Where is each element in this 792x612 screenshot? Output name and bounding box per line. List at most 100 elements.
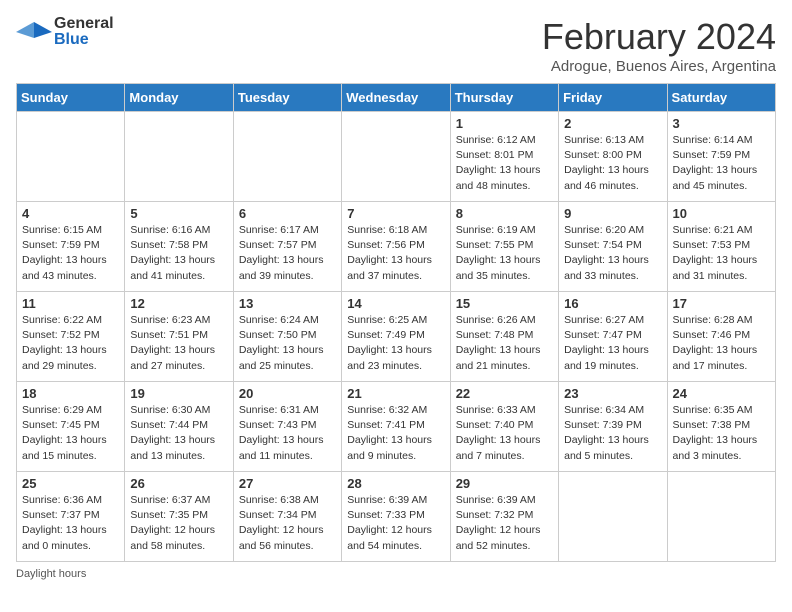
day-number: 19 [130, 386, 227, 401]
day-number: 5 [130, 206, 227, 221]
calendar-day-cell: 24Sunrise: 6:35 AM Sunset: 7:38 PM Dayli… [667, 382, 775, 472]
day-info: Sunrise: 6:20 AM Sunset: 7:54 PM Dayligh… [564, 223, 661, 284]
day-info: Sunrise: 6:39 AM Sunset: 7:32 PM Dayligh… [456, 493, 553, 554]
day-number: 3 [673, 116, 770, 131]
day-info: Sunrise: 6:36 AM Sunset: 7:37 PM Dayligh… [22, 493, 119, 554]
day-info: Sunrise: 6:38 AM Sunset: 7:34 PM Dayligh… [239, 493, 336, 554]
calendar-header-cell: Tuesday [233, 84, 341, 112]
day-number: 28 [347, 476, 444, 491]
calendar-header-cell: Sunday [17, 84, 125, 112]
day-number: 12 [130, 296, 227, 311]
day-number: 26 [130, 476, 227, 491]
calendar-day-cell [342, 112, 450, 202]
day-number: 2 [564, 116, 661, 131]
calendar-day-cell: 16 Sunrise: 6:27 AM Sunset: 7:47 PM Dayli… [559, 292, 667, 382]
calendar-week-row: 18 Sunrise: 6:29 AM Sunset: 7:45 PM Dayli… [17, 382, 776, 472]
day-number: 14 [347, 296, 444, 311]
calendar-day-cell [559, 472, 667, 562]
calendar-day-cell: 5Sunrise: 6:16 AM Sunset: 7:58 PM Daylig… [125, 202, 233, 292]
calendar-header-cell: Thursday [450, 84, 558, 112]
logo-general: General [54, 16, 114, 32]
logo-bird-icon [16, 18, 52, 46]
day-number: 10 [673, 206, 770, 221]
calendar-day-cell [17, 112, 125, 202]
day-info: Sunrise: 6:32 AM Sunset: 7:41 PM Dayligh… [347, 403, 444, 464]
day-number: 9 [564, 206, 661, 221]
calendar-day-cell [125, 112, 233, 202]
calendar-day-cell: 13Sunrise: 6:24 AM Sunset: 7:50 PM Dayli… [233, 292, 341, 382]
calendar-header-row: SundayMondayTuesdayWednesdayThursdayFrid… [17, 84, 776, 112]
calendar-day-cell: 11Sunrise: 6:22 AM Sunset: 7:52 PM Dayli… [17, 292, 125, 382]
day-info: Sunrise: 6:14 AM Sunset: 7:59 PM Dayligh… [673, 133, 770, 194]
calendar-day-cell: 27Sunrise: 6:38 AM Sunset: 7:34 PM Dayli… [233, 472, 341, 562]
calendar-day-cell: 14 Sunrise: 6:25 AM Sunset: 7:49 PM Dayli… [342, 292, 450, 382]
day-info: Sunrise: 6:26 AM Sunset: 7:48 PM Dayligh… [456, 313, 553, 374]
calendar-day-cell: 8 Sunrise: 6:19 AM Sunset: 7:55 PM Daylig… [450, 202, 558, 292]
day-info: Sunrise: 6:12 AM Sunset: 8:01 PM Dayligh… [456, 133, 553, 194]
day-number: 4 [22, 206, 119, 221]
day-number: 8 [456, 206, 553, 221]
calendar-day-cell: 7 Sunrise: 6:18 AM Sunset: 7:56 PM Daylig… [342, 202, 450, 292]
day-number: 15 [456, 296, 553, 311]
day-info: Sunrise: 6:15 AM Sunset: 7:59 PM Dayligh… [22, 223, 119, 284]
day-number: 18 [22, 386, 119, 401]
calendar-day-cell: 17Sunrise: 6:28 AM Sunset: 7:46 PM Dayli… [667, 292, 775, 382]
logo-blue: Blue [54, 32, 114, 48]
day-number: 25 [22, 476, 119, 491]
day-number: 21 [347, 386, 444, 401]
calendar-day-cell: 10 Sunrise: 6:21 AM Sunset: 7:53 PM Dayli… [667, 202, 775, 292]
calendar-table: SundayMondayTuesdayWednesdayThursdayFrid… [16, 83, 776, 562]
day-number: 16 [564, 296, 661, 311]
day-number: 13 [239, 296, 336, 311]
calendar-day-cell: 18 Sunrise: 6:29 AM Sunset: 7:45 PM Dayli… [17, 382, 125, 472]
calendar-day-cell: 9 Sunrise: 6:20 AM Sunset: 7:54 PM Daylig… [559, 202, 667, 292]
day-number: 11 [22, 296, 119, 311]
footer-note: Daylight hours [16, 568, 776, 580]
calendar-day-cell: 1 Sunrise: 6:12 AM Sunset: 8:01 PM Daylig… [450, 112, 558, 202]
calendar-week-row: 4 Sunrise: 6:15 AM Sunset: 7:59 PM Daylig… [17, 202, 776, 292]
day-info: Sunrise: 6:17 AM Sunset: 7:57 PM Dayligh… [239, 223, 336, 284]
logo: General Blue [16, 16, 114, 48]
calendar-day-cell: 12Sunrise: 6:23 AM Sunset: 7:51 PM Dayli… [125, 292, 233, 382]
day-number: 24 [673, 386, 770, 401]
day-info: Sunrise: 6:13 AM Sunset: 8:00 PM Dayligh… [564, 133, 661, 194]
day-info: Sunrise: 6:30 AM Sunset: 7:44 PM Dayligh… [130, 403, 227, 464]
calendar-day-cell: 23Sunrise: 6:34 AM Sunset: 7:39 PM Dayli… [559, 382, 667, 472]
calendar-header-cell: Saturday [667, 84, 775, 112]
day-info: Sunrise: 6:19 AM Sunset: 7:55 PM Dayligh… [456, 223, 553, 284]
calendar-day-cell: 4 Sunrise: 6:15 AM Sunset: 7:59 PM Daylig… [17, 202, 125, 292]
calendar-day-cell: 25 Sunrise: 6:36 AM Sunset: 7:37 PM Dayli… [17, 472, 125, 562]
calendar-day-cell [233, 112, 341, 202]
day-info: Sunrise: 6:27 AM Sunset: 7:47 PM Dayligh… [564, 313, 661, 374]
day-number: 17 [673, 296, 770, 311]
day-number: 1 [456, 116, 553, 131]
calendar-header-cell: Wednesday [342, 84, 450, 112]
day-info: Sunrise: 6:34 AM Sunset: 7:39 PM Dayligh… [564, 403, 661, 464]
calendar-day-cell: 2 Sunrise: 6:13 AM Sunset: 8:00 PM Daylig… [559, 112, 667, 202]
day-info: Sunrise: 6:39 AM Sunset: 7:33 PM Dayligh… [347, 493, 444, 554]
calendar-day-cell [667, 472, 775, 562]
calendar-week-row: 1 Sunrise: 6:12 AM Sunset: 8:01 PM Daylig… [17, 112, 776, 202]
day-number: 20 [239, 386, 336, 401]
day-info: Sunrise: 6:21 AM Sunset: 7:53 PM Dayligh… [673, 223, 770, 284]
calendar-day-cell: 28 Sunrise: 6:39 AM Sunset: 7:33 PM Dayli… [342, 472, 450, 562]
calendar-day-cell: 29 Sunrise: 6:39 AM Sunset: 7:32 PM Dayli… [450, 472, 558, 562]
day-info: Sunrise: 6:37 AM Sunset: 7:35 PM Dayligh… [130, 493, 227, 554]
title-block: February 2024 Adrogue, Buenos Aires, Arg… [542, 16, 776, 75]
calendar-week-row: 25 Sunrise: 6:36 AM Sunset: 7:37 PM Dayli… [17, 472, 776, 562]
day-number: 29 [456, 476, 553, 491]
calendar-header-cell: Friday [559, 84, 667, 112]
day-number: 22 [456, 386, 553, 401]
calendar-header-cell: Monday [125, 84, 233, 112]
day-info: Sunrise: 6:31 AM Sunset: 7:43 PM Dayligh… [239, 403, 336, 464]
month-title: February 2024 [542, 16, 776, 58]
day-info: Sunrise: 6:29 AM Sunset: 7:45 PM Dayligh… [22, 403, 119, 464]
location-title: Adrogue, Buenos Aires, Argentina [542, 58, 776, 75]
calendar-day-cell: 20 Sunrise: 6:31 AM Sunset: 7:43 PM Dayli… [233, 382, 341, 472]
day-number: 7 [347, 206, 444, 221]
day-info: Sunrise: 6:25 AM Sunset: 7:49 PM Dayligh… [347, 313, 444, 374]
day-number: 6 [239, 206, 336, 221]
calendar-day-cell: 3 Sunrise: 6:14 AM Sunset: 7:59 PM Daylig… [667, 112, 775, 202]
calendar-day-cell: 26 Sunrise: 6:37 AM Sunset: 7:35 PM Dayli… [125, 472, 233, 562]
day-info: Sunrise: 6:18 AM Sunset: 7:56 PM Dayligh… [347, 223, 444, 284]
